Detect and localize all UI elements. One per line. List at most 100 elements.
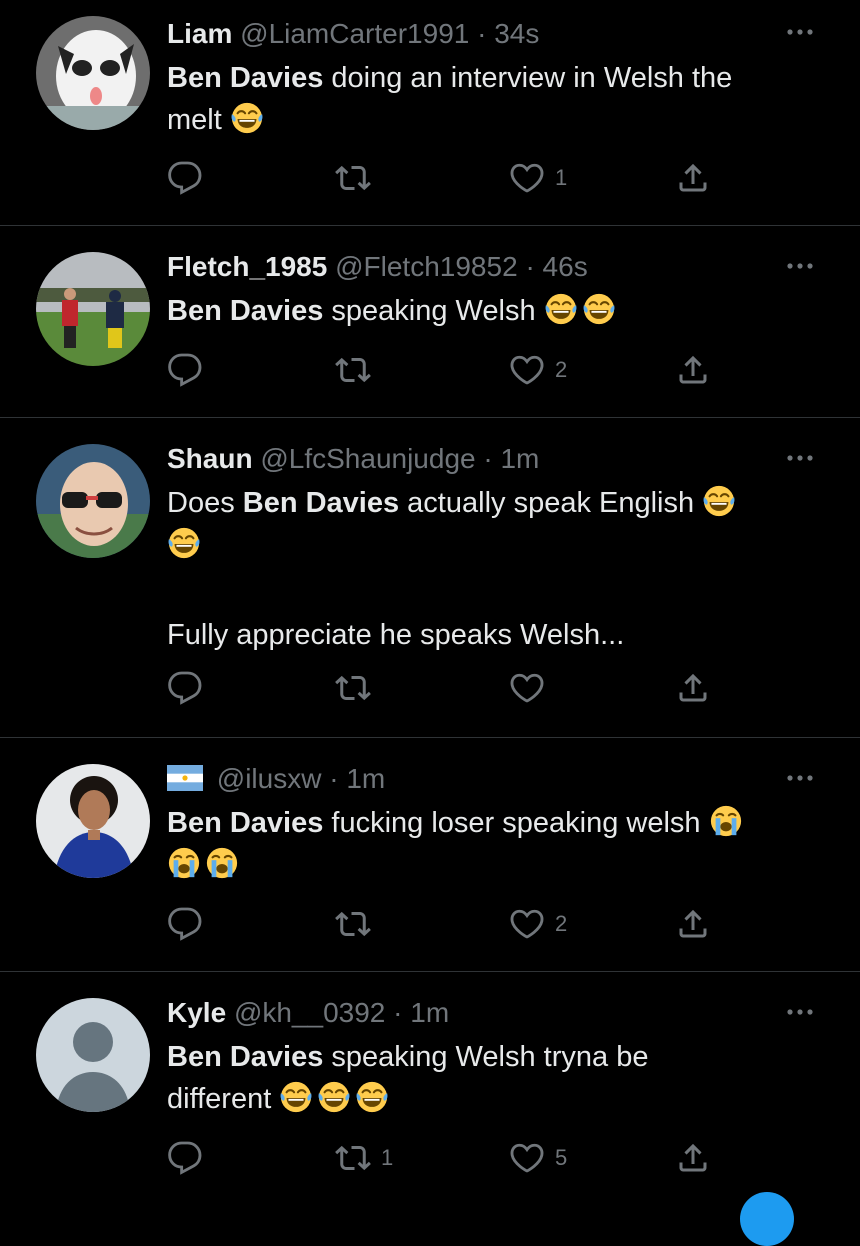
default-profile-icon	[36, 998, 150, 1112]
share-icon	[675, 1140, 711, 1176]
action-bar	[167, 668, 727, 708]
share-icon	[675, 352, 711, 388]
action-bar: 1	[167, 158, 727, 198]
retweet-button[interactable]	[335, 350, 381, 390]
action-bar: 2	[167, 350, 727, 390]
divider	[0, 971, 860, 972]
divider	[0, 225, 860, 226]
tweet-text: Ben Davies fucking loser speaking welsh	[167, 802, 817, 886]
retweet-button[interactable]	[335, 904, 381, 944]
sob-emoji-icon	[709, 804, 743, 838]
like-count: 2	[555, 357, 568, 382]
mention-name: Ben Davies	[167, 62, 324, 94]
heart-icon	[509, 160, 545, 196]
reply-button[interactable]	[167, 904, 213, 944]
tweet-text-second-paragraph: Fully appreciate he speaks Welsh...	[167, 619, 625, 651]
share-button[interactable]	[675, 668, 711, 708]
share-button[interactable]	[675, 350, 711, 390]
mention-name: Ben Davies	[167, 1041, 324, 1073]
share-icon	[675, 670, 711, 706]
user-handle[interactable]: @LiamCarter1991	[240, 18, 469, 49]
like-count: 5	[555, 1145, 568, 1170]
tweet-text: Does Ben Davies actually speak English	[167, 482, 817, 566]
retweet-count: 1	[381, 1145, 394, 1170]
user-handle[interactable]: @ilusxw	[217, 763, 322, 794]
display-name[interactable]: Fletch_1985	[167, 251, 327, 282]
like-button[interactable]: 1	[509, 158, 567, 198]
user-handle[interactable]: @Fletch19852	[335, 251, 518, 282]
like-button[interactable]	[509, 668, 555, 708]
mention-name: Ben Davies	[167, 807, 324, 839]
user-handle[interactable]: @kh__0392	[234, 997, 385, 1028]
more-options-icon[interactable]	[780, 256, 820, 276]
reply-icon	[167, 670, 203, 706]
more-options-icon[interactable]	[780, 448, 820, 468]
joy-emoji-icon	[702, 484, 736, 518]
more-options-icon[interactable]	[780, 22, 820, 42]
timestamp[interactable]: 1m	[346, 763, 385, 794]
retweet-button[interactable]	[335, 668, 381, 708]
argentina-flag-icon	[167, 765, 203, 791]
sob-emoji-icon	[205, 846, 239, 880]
timestamp[interactable]: 46s	[543, 251, 588, 282]
reply-button[interactable]	[167, 668, 213, 708]
like-count: 1	[555, 165, 568, 190]
action-bar: 1 5	[167, 1138, 727, 1178]
separator: ·	[477, 18, 487, 49]
avatar[interactable]	[36, 252, 150, 366]
joy-emoji-icon	[230, 101, 264, 135]
joy-emoji-icon	[582, 292, 616, 326]
avatar[interactable]	[36, 998, 150, 1112]
reply-icon	[167, 1140, 203, 1176]
avatar[interactable]	[36, 764, 150, 878]
user-handle[interactable]: @LfcShaunjudge	[260, 443, 475, 474]
retweet-icon	[335, 160, 371, 196]
joy-emoji-icon	[167, 526, 201, 560]
heart-icon	[509, 352, 545, 388]
divider	[0, 737, 860, 738]
share-button[interactable]	[675, 158, 711, 198]
cat-avatar-icon	[36, 16, 150, 130]
retweet-button[interactable]: 1	[335, 1138, 393, 1178]
display-name[interactable]: Kyle	[167, 997, 226, 1028]
heart-icon	[509, 906, 545, 942]
avatar[interactable]	[36, 444, 150, 558]
separator: ·	[525, 251, 535, 282]
heart-icon	[509, 1140, 545, 1176]
compose-button[interactable]	[740, 1192, 794, 1246]
display-name[interactable]: Liam	[167, 18, 232, 49]
football-players-avatar-icon	[36, 252, 150, 366]
retweet-icon	[335, 906, 371, 942]
reply-icon	[167, 906, 203, 942]
timestamp[interactable]: 34s	[494, 18, 539, 49]
mention-name: Ben Davies	[167, 295, 324, 327]
retweet-icon	[335, 1140, 371, 1176]
retweet-icon	[335, 670, 371, 706]
reply-button[interactable]	[167, 158, 213, 198]
joy-emoji-icon	[317, 1080, 351, 1114]
more-options-icon[interactable]	[780, 1002, 820, 1022]
share-icon	[675, 906, 711, 942]
timestamp[interactable]: 1m	[410, 997, 449, 1028]
like-button[interactable]: 5	[509, 1138, 567, 1178]
like-count: 2	[555, 911, 568, 936]
share-button[interactable]	[675, 904, 711, 944]
like-button[interactable]: 2	[509, 350, 567, 390]
joy-emoji-icon	[544, 292, 578, 326]
footballer-avatar-icon	[36, 764, 150, 878]
separator: ·	[329, 763, 339, 794]
reply-button[interactable]	[167, 1138, 213, 1178]
person-sunglasses-avatar-icon	[36, 444, 150, 558]
tweet-text: Ben Davies speaking Welsh tryna be diffe…	[167, 1041, 649, 1115]
timestamp[interactable]: 1m	[500, 443, 539, 474]
display-name[interactable]: Shaun	[167, 443, 253, 474]
mention-name: Ben Davies	[242, 487, 400, 519]
retweet-button[interactable]	[335, 158, 381, 198]
avatar[interactable]	[36, 16, 150, 130]
reply-button[interactable]	[167, 350, 213, 390]
tweet-text: Ben Davies doing an interview in Welsh t…	[167, 62, 733, 136]
share-button[interactable]	[675, 1138, 711, 1178]
separator: ·	[483, 443, 493, 474]
more-options-icon[interactable]	[780, 768, 820, 788]
like-button[interactable]: 2	[509, 904, 567, 944]
